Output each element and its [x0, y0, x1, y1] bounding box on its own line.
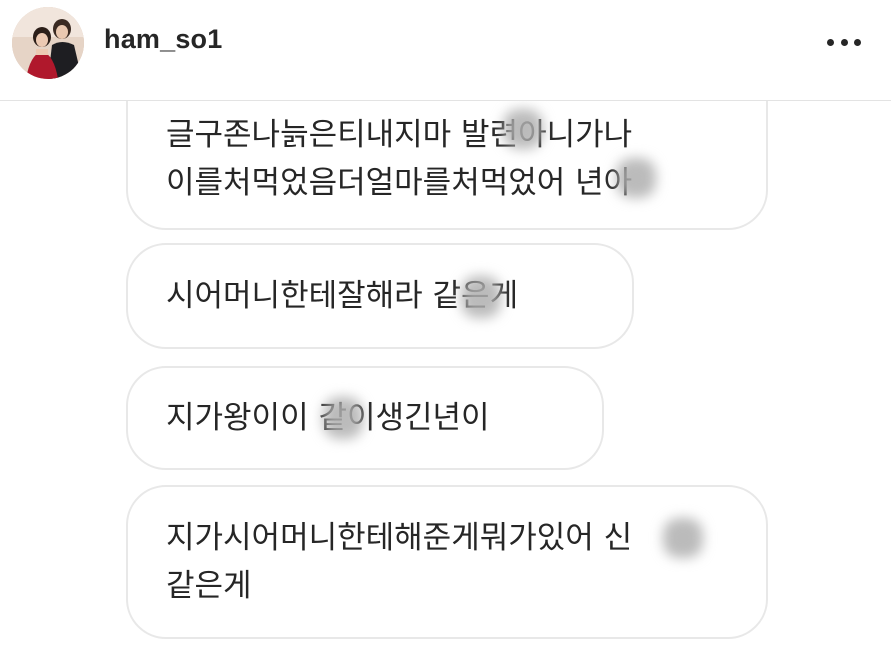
censor-blur: [663, 518, 703, 558]
censor-blur: [503, 109, 543, 149]
message-bubble[interactable]: 지가시어머니한테해준게뭐가있어 신 같은게: [126, 485, 768, 639]
message-bubble[interactable]: 지가왕이이 같이생긴년이: [126, 366, 604, 470]
more-options-icon[interactable]: [827, 34, 861, 50]
profile-photo-icon: [12, 7, 84, 79]
message-text: 글구존나늙은티내지마 발련아니가나 이를처먹었음더얼마를처먹었어 년아: [166, 117, 633, 201]
censor-blur: [323, 397, 363, 439]
dot: [827, 38, 834, 46]
chat-header: ham_so1: [0, 0, 891, 101]
avatar[interactable]: [12, 7, 84, 79]
dot: [854, 38, 861, 46]
censor-blur: [461, 276, 501, 318]
message-text: 지가시어머니한테해준게뭐가있어 신 같은게: [166, 520, 633, 604]
dot: [840, 38, 848, 46]
message-bubble[interactable]: 시어머니한테잘해라 같은게: [126, 243, 634, 349]
username[interactable]: ham_so1: [104, 24, 222, 55]
censor-blur: [616, 158, 656, 198]
